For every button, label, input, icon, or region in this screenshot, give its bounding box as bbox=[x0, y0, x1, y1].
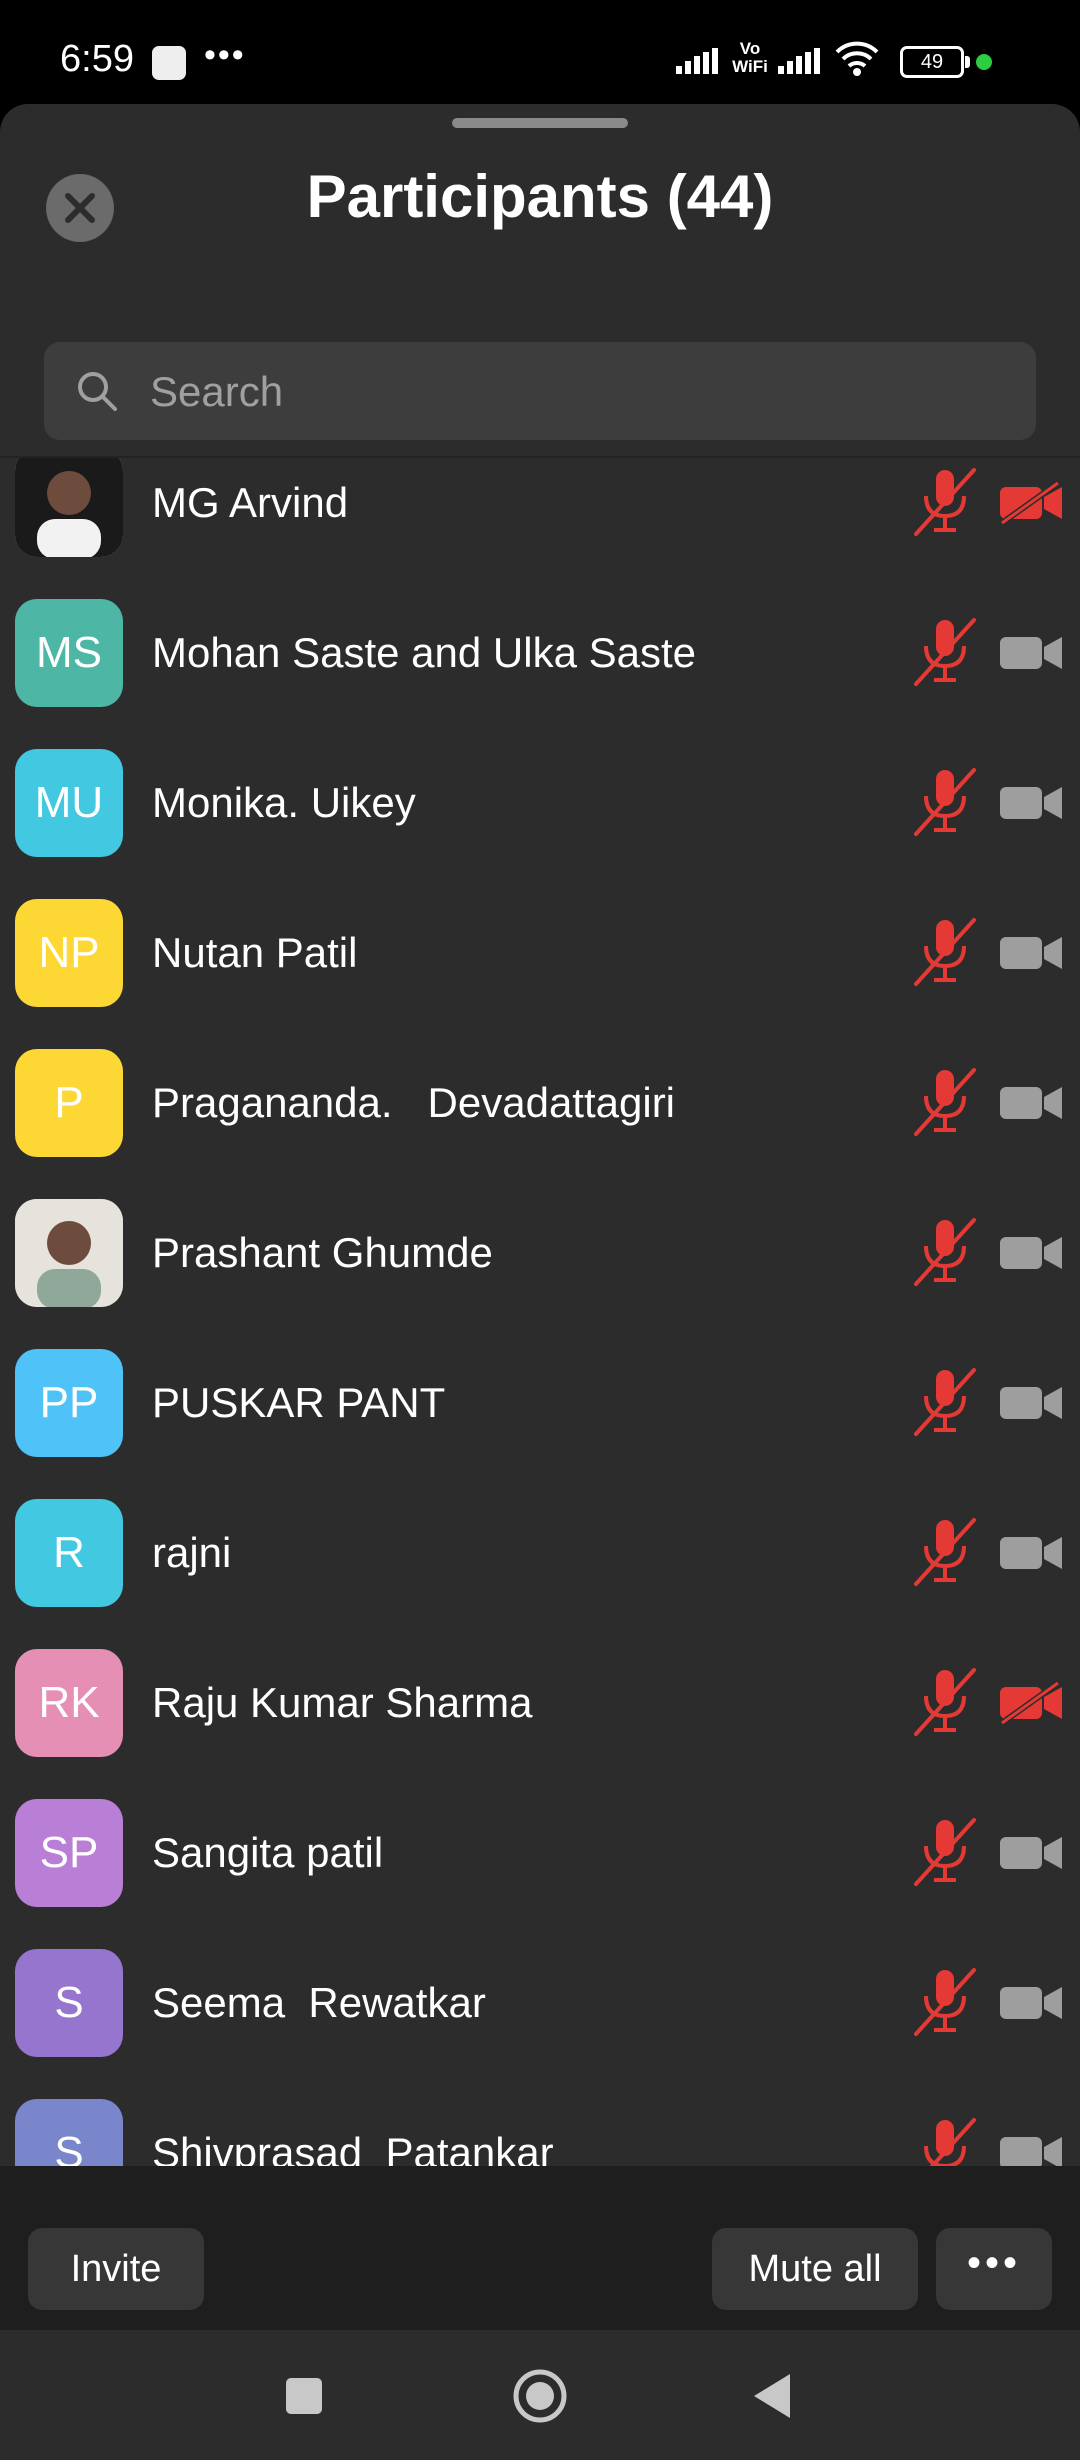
app-notification-icon bbox=[152, 46, 186, 80]
avatar: R bbox=[15, 1499, 123, 1607]
participant-row[interactable]: Rrajni bbox=[0, 1478, 1080, 1628]
participant-name: Pragananda. Devadattagiri bbox=[152, 1079, 676, 1126]
video-icon[interactable] bbox=[998, 931, 1064, 975]
avatar-initials: S bbox=[54, 1978, 84, 2027]
participant-row[interactable]: P Pragananda. Devadattagiri bbox=[0, 1028, 1080, 1178]
status-bar: 6:59 ••• Vo WiFi 49 bbox=[0, 0, 1080, 104]
drag-handle[interactable] bbox=[452, 118, 628, 128]
search-icon bbox=[78, 372, 117, 411]
video-off-icon[interactable] bbox=[998, 481, 1064, 525]
video-icon[interactable] bbox=[998, 1381, 1064, 1425]
video-off-icon[interactable] bbox=[998, 1681, 1064, 1725]
participant-row[interactable]: MS Mohan Saste and Ulka Saste bbox=[0, 578, 1080, 728]
participant-name: Mohan Saste and Ulka Saste bbox=[152, 629, 696, 676]
participant-row[interactable]: SP Sangita patil bbox=[0, 1778, 1080, 1928]
mic-muted-icon[interactable] bbox=[910, 916, 980, 988]
participants-list[interactable]: MG Arvind MS Mohan Saste and Ulka Saste MU M… bbox=[0, 458, 1080, 2270]
video-icon[interactable] bbox=[998, 1231, 1064, 1275]
participant-row[interactable]: Prashant Ghumde bbox=[0, 1178, 1080, 1328]
avatar: MS bbox=[15, 599, 123, 707]
signal-icon-2 bbox=[778, 48, 822, 74]
back-button[interactable] bbox=[752, 2372, 792, 2420]
video-icon[interactable] bbox=[998, 1531, 1064, 1575]
wifi-icon bbox=[835, 41, 879, 76]
page-title: Participants (44) bbox=[306, 163, 774, 230]
participants-sheet: Participants (44) MG Arvind MS Mohan Saste… bbox=[0, 104, 1080, 2330]
avatar-initials: R bbox=[53, 1528, 85, 1577]
participant-name: Prashant Ghumde bbox=[152, 1229, 493, 1276]
search-bar[interactable] bbox=[44, 342, 1036, 442]
avatar-initials: SP bbox=[39, 1828, 99, 1877]
mic-muted-icon[interactable] bbox=[910, 1216, 980, 1288]
mic-muted-icon[interactable] bbox=[910, 466, 980, 538]
video-icon[interactable] bbox=[998, 1081, 1064, 1125]
participant-name: PUSKAR PANT bbox=[152, 1379, 446, 1426]
mic-muted-icon[interactable] bbox=[910, 1966, 980, 2038]
video-icon[interactable] bbox=[998, 1831, 1064, 1875]
more-options-button[interactable]: ••• bbox=[936, 2228, 1052, 2310]
video-icon[interactable] bbox=[998, 1981, 1064, 2025]
participant-name: Seema Rewatkar bbox=[152, 1979, 486, 2026]
participant-row[interactable]: MU Monika. Uikey bbox=[0, 728, 1080, 878]
action-bar: Invite Mute all ••• bbox=[0, 2166, 1080, 2330]
avatar-initials: MS bbox=[36, 628, 102, 677]
system-nav-bar bbox=[0, 2330, 1080, 2460]
avatar: SP bbox=[15, 1799, 123, 1907]
recent-apps-button[interactable] bbox=[284, 2376, 324, 2416]
avatar-initials: NP bbox=[38, 928, 100, 977]
avatar-initials: PP bbox=[39, 1378, 99, 1427]
status-icons: Vo WiFi 49 bbox=[676, 40, 1036, 80]
vowifi-icon: Vo WiFi bbox=[728, 40, 772, 76]
participant-row[interactable]: RK Raju Kumar Sharma bbox=[0, 1628, 1080, 1778]
battery-icon: 49 bbox=[900, 46, 970, 78]
mic-muted-icon[interactable] bbox=[910, 1516, 980, 1588]
participant-row[interactable]: NP Nutan Patil bbox=[0, 878, 1080, 1028]
video-icon[interactable] bbox=[998, 631, 1064, 675]
status-time: 6:59 bbox=[60, 38, 134, 80]
participant-name: rajni bbox=[152, 1529, 232, 1576]
avatar: P bbox=[15, 1049, 123, 1157]
avatar bbox=[15, 1199, 123, 1307]
mic-muted-icon[interactable] bbox=[910, 1816, 980, 1888]
avatar-initials: P bbox=[54, 1078, 84, 1127]
avatar: RK bbox=[15, 1649, 123, 1757]
battery-level: 49 bbox=[920, 51, 944, 73]
more-notifications-icon: ••• bbox=[204, 36, 246, 74]
avatar: S bbox=[15, 1949, 123, 2057]
avatar: NP bbox=[15, 899, 123, 1007]
participant-name: Sangita patil bbox=[152, 1829, 384, 1876]
participant-name: MG Arvind bbox=[152, 479, 349, 526]
mic-muted-icon[interactable] bbox=[910, 1666, 980, 1738]
mic-muted-icon[interactable] bbox=[910, 1066, 980, 1138]
signal-icon bbox=[676, 48, 720, 74]
participant-row[interactable]: MG Arvind bbox=[0, 458, 1080, 578]
search-input[interactable] bbox=[148, 342, 1012, 442]
avatar-initials: RK bbox=[38, 1678, 100, 1727]
more-icon: ••• bbox=[966, 2241, 1021, 2285]
invite-button[interactable]: Invite bbox=[28, 2228, 204, 2310]
avatar bbox=[15, 458, 123, 557]
avatar: PP bbox=[15, 1349, 123, 1457]
participant-name: Nutan Patil bbox=[152, 929, 358, 976]
mic-muted-icon[interactable] bbox=[910, 766, 980, 838]
participant-name: Raju Kumar Sharma bbox=[152, 1679, 533, 1726]
charging-indicator bbox=[976, 54, 992, 70]
vowifi-bottom-label: WiFi bbox=[732, 57, 768, 76]
avatar-initials: MU bbox=[34, 778, 104, 827]
mute-all-button[interactable]: Mute all bbox=[712, 2228, 918, 2310]
video-icon[interactable] bbox=[998, 781, 1064, 825]
mic-muted-icon[interactable] bbox=[910, 1366, 980, 1438]
participant-row[interactable]: PP PUSKAR PANT bbox=[0, 1328, 1080, 1478]
avatar: MU bbox=[15, 749, 123, 857]
mic-muted-icon[interactable] bbox=[910, 616, 980, 688]
vowifi-top-label: Vo bbox=[739, 39, 761, 58]
home-button[interactable] bbox=[512, 2368, 568, 2424]
participant-row[interactable]: S Seema Rewatkar bbox=[0, 1928, 1080, 2078]
participant-name: Monika. Uikey bbox=[152, 779, 416, 826]
